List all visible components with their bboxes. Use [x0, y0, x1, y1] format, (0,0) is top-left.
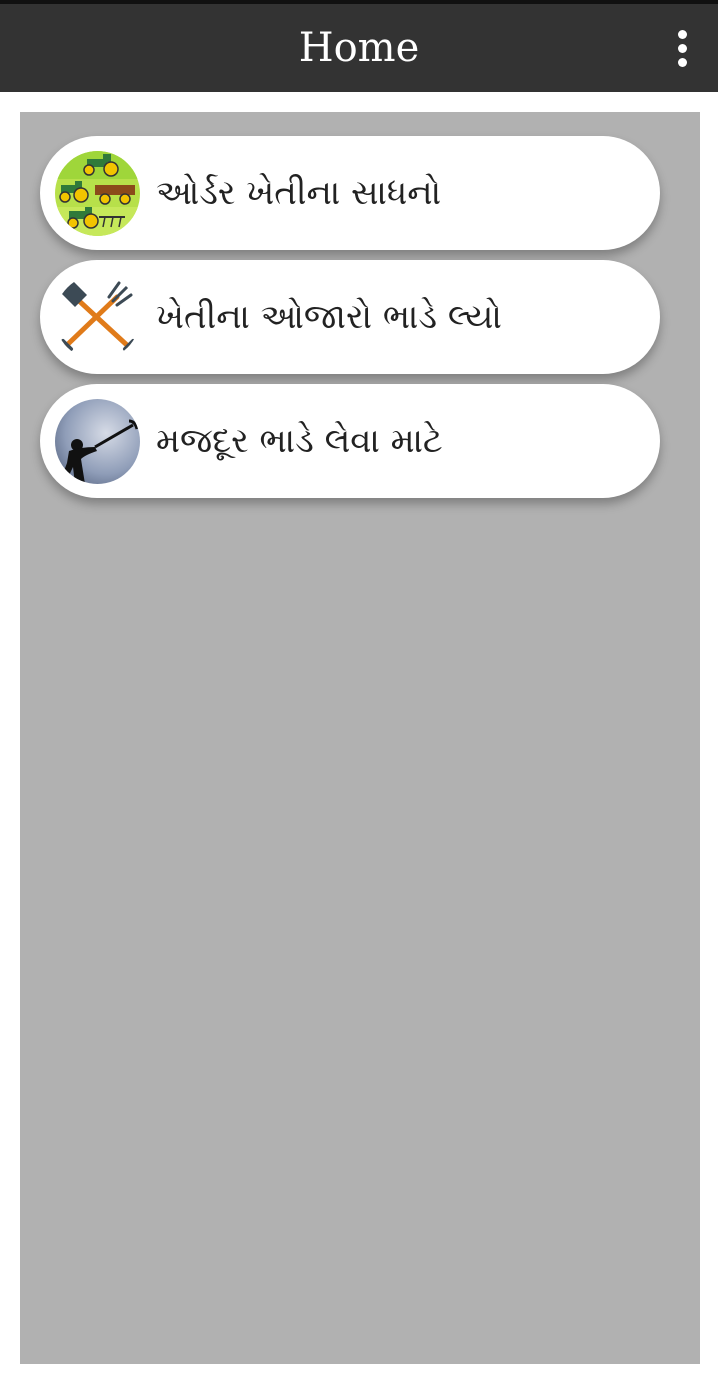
overflow-dot: [677, 29, 687, 39]
more-vert-icon[interactable]: [664, 22, 700, 74]
menu-item-order-equipment[interactable]: ઓર્ડર ખેતીના સાધનો: [40, 136, 660, 250]
menu-item-rent-tools[interactable]: ખેતીના ઓજારો ભાડે લ્યો: [40, 260, 660, 374]
laborer-icon: [55, 399, 140, 484]
content-panel: ઓર્ડર ખેતીના સાધનો ખેતીના ઓજારો ભાડે લ્ય…: [20, 112, 700, 1364]
overflow-dot: [677, 43, 687, 53]
menu-item-label: મજદૂર ભાડે લેવા માટે: [156, 421, 443, 461]
menu-item-label: ખેતીના ઓજારો ભાડે લ્યો: [156, 297, 502, 337]
menu-item-hire-labour[interactable]: મજદૂર ભાડે લેવા માટે: [40, 384, 660, 498]
app-bar: Home: [0, 0, 718, 92]
shovel-pitchfork-icon: [55, 275, 140, 360]
overflow-dot: [677, 57, 687, 67]
menu-item-label: ઓર્ડર ખેતીના સાધનો: [156, 173, 442, 213]
page-title: Home: [298, 25, 420, 71]
tractors-icon: [55, 151, 140, 236]
